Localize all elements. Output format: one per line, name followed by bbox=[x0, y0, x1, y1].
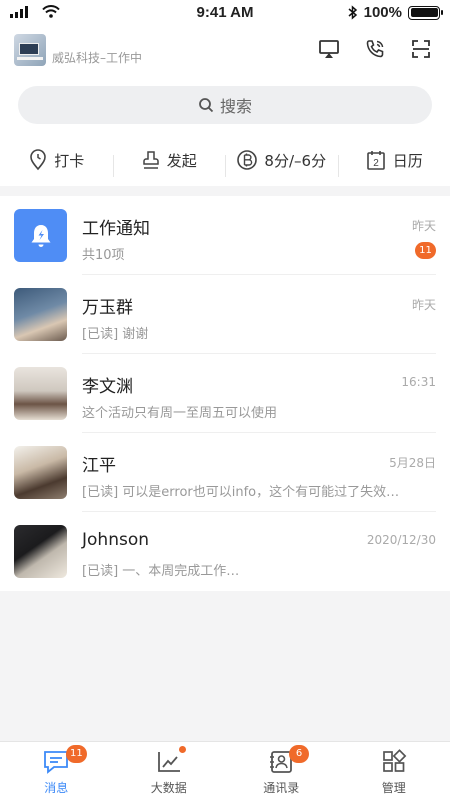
conversation-item[interactable]: 江平 [已读] 可以是error也可以info，这个有可能过了失效… 5月28日 bbox=[0, 433, 450, 512]
location-pin-icon bbox=[30, 149, 47, 171]
status-right: 100% bbox=[348, 4, 443, 21]
tab-messages[interactable]: 11 消息 bbox=[0, 742, 113, 800]
search-icon bbox=[199, 98, 214, 113]
calendar-icon: 2 bbox=[366, 151, 385, 170]
battery-percent: 100% bbox=[363, 4, 402, 21]
conversation-preview: [已读] 一、本周完成工作… bbox=[82, 564, 240, 579]
quick-action-initiate[interactable]: 发起 bbox=[112, 149, 226, 177]
conversation-name: 工作通知 bbox=[82, 219, 150, 239]
quick-action-checkin[interactable]: 打卡 bbox=[0, 149, 113, 171]
tab-badge: 6 bbox=[289, 745, 309, 763]
battery-icon bbox=[408, 5, 443, 20]
avatar bbox=[14, 446, 67, 499]
conversation-name: 李文渊 bbox=[82, 377, 133, 397]
header: 威弘科技–工作中 搜索 打卡 发起 8分/–6分 2 日历 bbox=[0, 26, 450, 186]
tab-big-data[interactable]: 大数据 bbox=[113, 742, 226, 800]
conversation-time: 16:31 bbox=[401, 375, 436, 389]
conversation-name: 万玉群 bbox=[82, 298, 133, 318]
conversation-preview: [已读] 可以是error也可以info，这个有可能过了失效… bbox=[82, 485, 400, 500]
company-name: 威弘科技–工作中 bbox=[52, 50, 143, 65]
conversation-time: 昨天 bbox=[411, 219, 436, 233]
tab-manage[interactable]: 管理 bbox=[338, 742, 450, 800]
chart-trend-icon bbox=[157, 752, 180, 772]
points-coin-icon bbox=[237, 150, 258, 170]
stamp-icon bbox=[142, 151, 159, 169]
company-switcher[interactable]: 威弘科技–工作中 bbox=[14, 34, 142, 66]
conversation-item[interactable]: 李文渊 这个活动只有周一至周五可以使用 16:31 bbox=[0, 354, 450, 433]
quick-action-label: 8分/–6分 bbox=[264, 151, 327, 170]
conversation-name: 江平 bbox=[82, 456, 116, 476]
scan-icon[interactable] bbox=[410, 38, 432, 60]
quick-action-label: 发起 bbox=[166, 151, 197, 170]
conversation-time: 2020/12/30 bbox=[366, 533, 436, 547]
quick-actions: 打卡 发起 8分/–6分 2 日历 bbox=[0, 143, 450, 177]
conversation-item[interactable]: 万玉群 [已读] 谢谢 昨天 bbox=[0, 275, 450, 354]
quick-action-label: 日历 bbox=[392, 151, 423, 170]
unread-badge: 11 bbox=[415, 242, 436, 259]
conversation-list: 工作通知 共10项 昨天 11 万玉群 [已读] 谢谢 昨天 李文渊 这个活动只… bbox=[0, 196, 450, 591]
conversation-item[interactable]: Johnson [已读] 一、本周完成工作… 2020/12/30 bbox=[0, 512, 450, 591]
status-bar: 9:41 AM 100% bbox=[0, 0, 450, 26]
header-actions bbox=[318, 38, 432, 60]
tab-dot bbox=[178, 746, 186, 753]
conversation-time: 5月28日 bbox=[389, 456, 436, 470]
tab-badge: 11 bbox=[66, 745, 87, 763]
avatar bbox=[14, 525, 67, 578]
calendar-day: 2 bbox=[373, 158, 379, 169]
search-placeholder: 搜索 bbox=[219, 97, 252, 116]
quick-action-calendar[interactable]: 2 日历 bbox=[337, 149, 450, 177]
tab-label: 大数据 bbox=[150, 781, 187, 795]
grid-apps-icon bbox=[382, 749, 407, 772]
conversation-name: Johnson bbox=[82, 530, 149, 550]
conversation-preview: 共10项 bbox=[82, 248, 125, 263]
company-logo bbox=[14, 34, 46, 66]
tab-label: 通讯录 bbox=[263, 781, 300, 795]
screen-cast-icon[interactable] bbox=[318, 38, 340, 60]
tab-contacts[interactable]: 6 通讯录 bbox=[225, 742, 338, 800]
search-bar[interactable]: 搜索 bbox=[18, 86, 432, 124]
tab-label: 消息 bbox=[44, 781, 69, 795]
tab-label: 管理 bbox=[381, 781, 406, 795]
tab-bar: 11 消息 大数据 6 通讯录 管理 bbox=[0, 741, 450, 800]
avatar bbox=[14, 367, 67, 420]
phone-call-icon[interactable] bbox=[364, 38, 386, 60]
quick-action-points[interactable]: 8分/–6分 bbox=[225, 149, 338, 177]
conversation-preview: 这个活动只有周一至周五可以使用 bbox=[82, 406, 278, 421]
conversation-item-work-notice[interactable]: 工作通知 共10项 昨天 11 bbox=[0, 196, 450, 275]
conversation-time: 昨天 bbox=[411, 298, 436, 312]
notification-bell-icon bbox=[14, 209, 67, 262]
bluetooth-icon bbox=[348, 5, 357, 20]
quick-action-label: 打卡 bbox=[54, 151, 85, 170]
avatar bbox=[14, 288, 67, 341]
conversation-preview: [已读] 谢谢 bbox=[82, 327, 149, 342]
